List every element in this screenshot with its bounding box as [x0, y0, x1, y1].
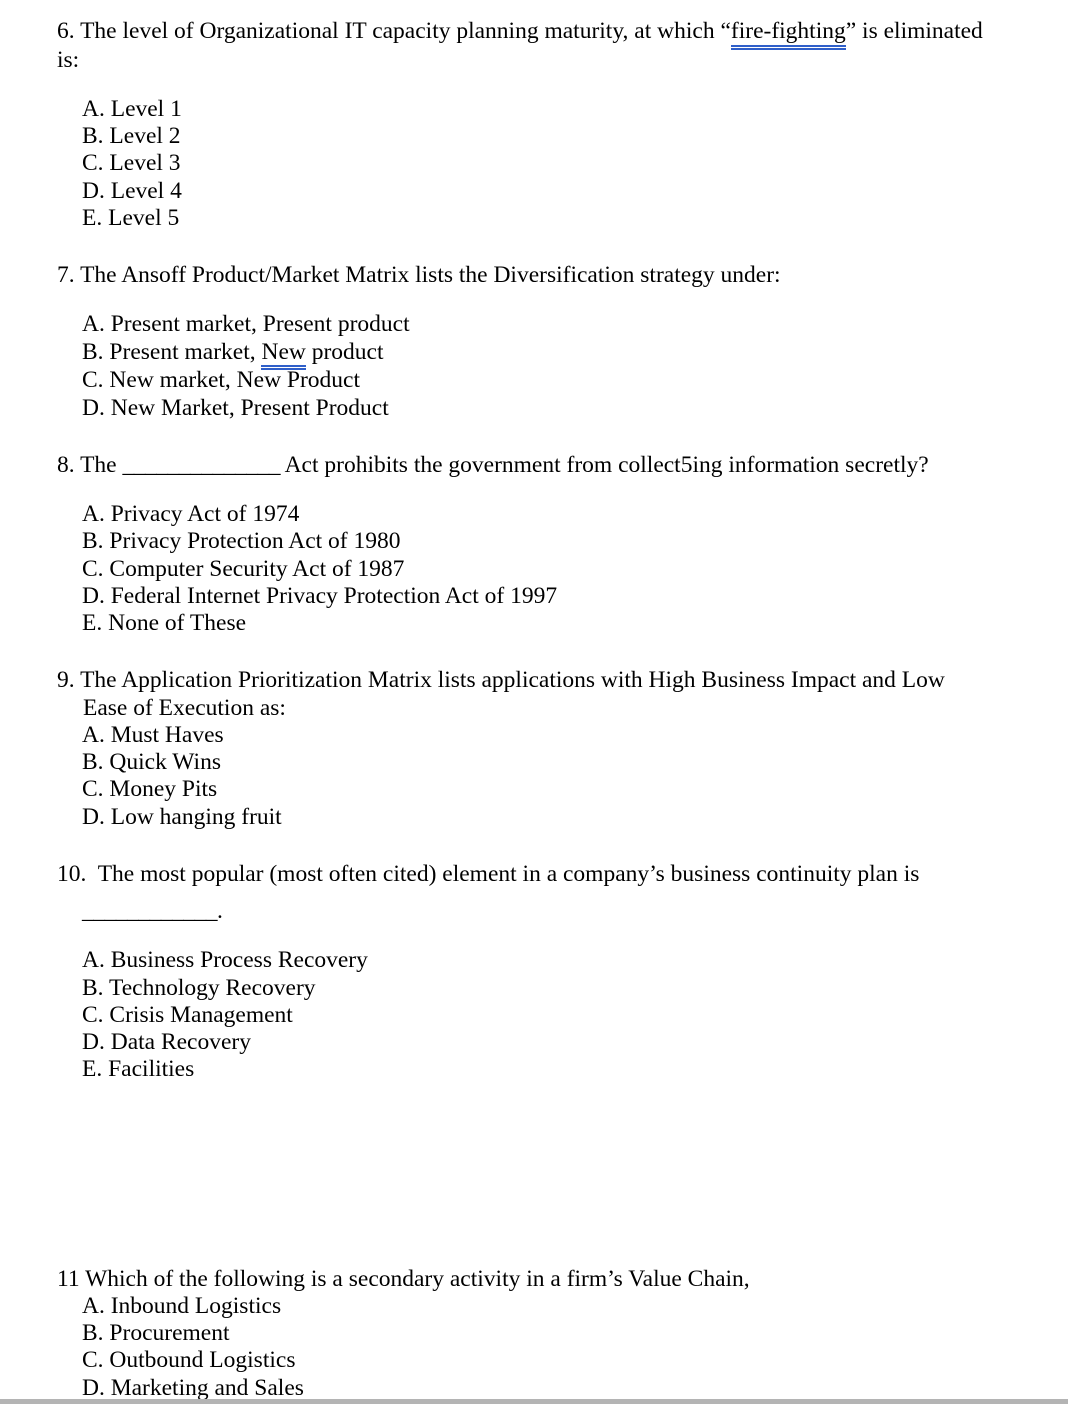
spellcheck-marked-word: New — [261, 339, 307, 370]
option-item: D. Level 4 — [82, 177, 182, 204]
question-7-options: A. Present market, Present product B. Pr… — [57, 311, 987, 421]
option-item: C. Outbound Logistics — [82, 1347, 296, 1374]
question-8-stem: 8. The ______________ Act prohibits the … — [57, 452, 987, 479]
option-item: E. Facilities — [82, 1056, 195, 1083]
option-item: A. Business Process Recovery — [82, 947, 368, 974]
option-item: E. Level 5 — [82, 204, 180, 231]
question-6-stem: 6. The level of Organizational IT capaci… — [57, 18, 987, 74]
fill-in-blank: ______________ — [122, 451, 281, 478]
option-b-after: product — [305, 338, 384, 365]
option-item: A. Present market, Present product — [82, 311, 410, 338]
option-item: B. Quick Wins — [82, 749, 221, 776]
question-9-stem: 9. The Application Prioritization Matrix… — [57, 667, 951, 721]
option-item: D. Low hanging fruit — [82, 803, 282, 830]
option-item: B. Level 2 — [82, 123, 181, 150]
option-item: C. Computer Security Act of 1987 — [82, 555, 405, 582]
spacer-blank-region — [57, 1084, 987, 1266]
option-item: C. Level 3 — [82, 150, 181, 177]
question-8-stem-after: Act prohibits the government from collec… — [280, 451, 929, 478]
question-10-options: A. Business Process Recovery B. Technolo… — [57, 947, 987, 1083]
question-11-stem: 11 Which of the following is a secondary… — [57, 1265, 750, 1292]
option-item: A. Must Haves — [82, 721, 224, 748]
fill-in-blank: ____________ — [82, 898, 218, 925]
option-item: B. Technology Recovery — [82, 974, 316, 1001]
option-item: D. Federal Internet Privacy Protection A… — [82, 582, 558, 609]
option-item: D. Marketing and Sales — [82, 1374, 304, 1401]
question-10-stem-line2-after: . — [217, 898, 223, 925]
document-page: 6. The level of Organizational IT capaci… — [0, 0, 1068, 1404]
document-content: 6. The level of Organizational IT capaci… — [57, 18, 987, 1404]
option-item: A. Inbound Logistics — [82, 1292, 282, 1319]
question-10-stem: 10. The most popular (most often cited) … — [57, 860, 920, 887]
question-8: 8. The ______________ Act prohibits the … — [57, 452, 987, 638]
question-11: 11 Which of the following is a secondary… — [57, 1266, 987, 1404]
question-6-options: A. Level 1 B. Level 2 C. Level 3 D. Leve… — [57, 96, 987, 232]
option-item: B. Present market, New product — [82, 338, 987, 370]
option-b-before: B. Present market, — [82, 338, 262, 365]
question-10-stem-line2: ____________. — [57, 898, 987, 925]
question-6: 6. The level of Organizational IT capaci… — [57, 18, 987, 232]
option-item: B. Privacy Protection Act of 1980 — [82, 528, 401, 555]
question-9-options: A. Must Haves B. Quick Wins C. Money Pit… — [57, 722, 987, 831]
option-item: C. Money Pits — [82, 776, 218, 803]
option-item: C. New market, New Product — [82, 367, 361, 394]
question-8-options: A. Privacy Act of 1974 B. Privacy Protec… — [57, 501, 987, 637]
option-item: A. Privacy Act of 1974 — [82, 501, 300, 528]
option-item: C. Crisis Management — [82, 1001, 293, 1028]
option-item: D. New Market, Present Product — [82, 394, 389, 421]
page-bottom-border — [0, 1399, 1068, 1404]
question-8-stem-before: 8. The — [57, 451, 123, 478]
option-item: E. None of These — [82, 610, 247, 637]
question-11-options: A. Inbound Logistics B. Procurement C. O… — [57, 1293, 987, 1404]
question-9: 9. The Application Prioritization Matrix… — [57, 667, 987, 831]
question-7-stem: 7. The Ansoff Product/Market Matrix list… — [57, 262, 781, 289]
option-item: D. Data Recovery — [82, 1029, 251, 1056]
option-item: B. Procurement — [82, 1320, 230, 1347]
question-6-stem-before: 6. The level of Organizational IT capaci… — [57, 18, 731, 44]
option-item: A. Level 1 — [82, 95, 182, 122]
question-7: 7. The Ansoff Product/Market Matrix list… — [57, 262, 987, 422]
spellcheck-marked-word: fire-fighting — [730, 19, 846, 50]
question-10: 10. The most popular (most often cited) … — [57, 861, 987, 1084]
